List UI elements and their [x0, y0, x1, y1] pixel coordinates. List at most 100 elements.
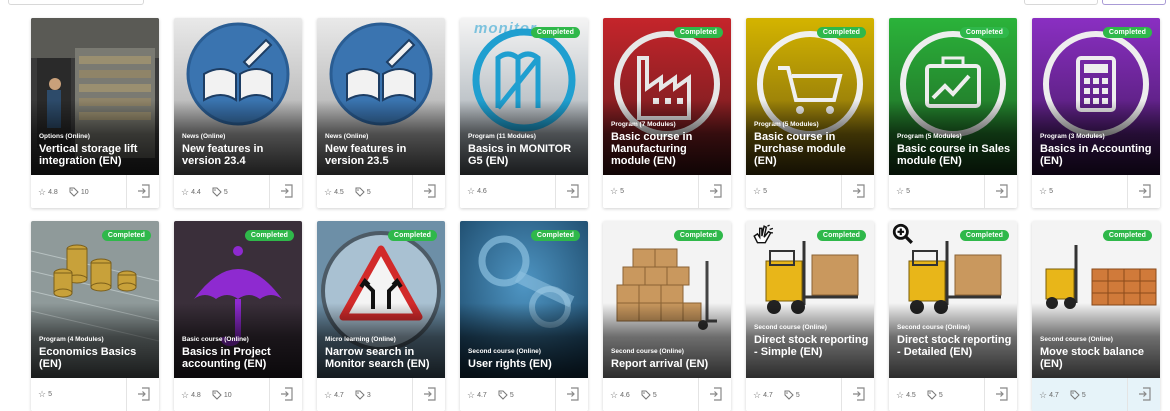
course-card[interactable]: Completed Second course (Online) Direct …: [889, 221, 1017, 411]
enroll-button[interactable]: [984, 175, 1017, 208]
course-card[interactable]: Completed Basic course (Online) Basics i…: [174, 221, 302, 411]
enroll-button[interactable]: [269, 378, 302, 411]
course-rating: 5: [1049, 187, 1053, 195]
star-icon: ☆: [181, 187, 190, 197]
tag-icon: [355, 187, 365, 197]
card-footer: ☆ 5: [746, 175, 874, 208]
enter-icon: [853, 184, 865, 198]
completed-badge: Completed: [244, 230, 294, 241]
course-tag-count: 5: [938, 391, 943, 399]
course-card[interactable]: Completed Program (5 Modules) Basic cour…: [889, 18, 1017, 208]
card-footer: ☆ 5: [603, 175, 731, 208]
course-card[interactable]: Completed Second course (Online) Direct …: [746, 221, 874, 411]
course-image: Completed Program (7 Modules) Basic cour…: [603, 18, 731, 175]
course-image: monitor Completed Program (11 Modules) B…: [460, 18, 588, 175]
star-icon: ☆: [1039, 186, 1048, 196]
monitor-watermark: monitor: [474, 20, 537, 37]
course-rating: 4.5: [906, 391, 916, 399]
course-rating: 4.7: [477, 391, 487, 399]
course-card[interactable]: Completed Program (4 Modules) Economics …: [31, 221, 159, 411]
enter-icon: [424, 387, 436, 401]
top-toolbar: [0, 0, 1170, 8]
course-card[interactable]: Completed Program (7 Modules) Basic cour…: [603, 18, 731, 208]
course-category: Basic course (Online): [182, 336, 249, 343]
enroll-button[interactable]: [1127, 378, 1160, 411]
course-title: Report arrival (EN): [611, 358, 709, 370]
enter-icon: [281, 387, 293, 401]
course-card[interactable]: Completed Second course (Online) Report …: [603, 221, 731, 411]
star-icon: ☆: [38, 187, 47, 197]
course-card[interactable]: Options (Online) Vertical storage lift i…: [31, 18, 159, 208]
course-card[interactable]: News (Online) New features in version 23…: [317, 18, 445, 208]
enter-icon: [996, 184, 1008, 198]
course-image: Completed Second course (Online) User ri…: [460, 221, 588, 378]
course-category: Second course (Online): [468, 348, 541, 355]
course-meta: ☆ 4.6 5: [610, 390, 657, 400]
enter-icon: [281, 184, 293, 198]
search-field-partial[interactable]: [8, 0, 144, 5]
enroll-button[interactable]: [555, 378, 588, 411]
card-footer: ☆ 4.4 5: [174, 175, 302, 208]
enter-icon: [1139, 184, 1151, 198]
completed-badge: Completed: [101, 230, 151, 241]
completed-badge: Completed: [387, 230, 437, 241]
course-card[interactable]: monitor Completed Program (11 Modules) B…: [460, 18, 588, 208]
enter-icon: [710, 387, 722, 401]
course-meta: ☆ 5: [610, 187, 624, 196]
course-category: Second course (Online): [897, 324, 970, 331]
star-icon: ☆: [896, 186, 905, 196]
card-footer: ☆ 4.6 5: [603, 378, 731, 411]
course-category: Micro learning (Online): [325, 336, 396, 343]
course-card[interactable]: Completed Second course (Online) Move st…: [1032, 221, 1160, 411]
course-title: New features in version 23.4: [182, 143, 264, 167]
course-tag-count: 10: [223, 391, 232, 399]
course-meta: ☆ 4.5 5: [896, 390, 943, 400]
course-tag-count: 5: [652, 391, 657, 399]
card-footer: ☆ 4.7 5: [1032, 378, 1160, 411]
tag-icon: [212, 390, 222, 400]
course-category: Program (3 Modules): [1040, 133, 1105, 140]
action-button-partial[interactable]: [1102, 0, 1166, 5]
course-card[interactable]: Completed Program (5 Modules) Basic cour…: [746, 18, 874, 208]
course-meta: ☆ 5: [896, 186, 910, 196]
enter-icon: [996, 387, 1008, 401]
course-image: News (Online) New features in version 23…: [174, 18, 302, 175]
course-title: Direct stock reporting - Simple (EN): [754, 334, 869, 358]
enroll-button[interactable]: [841, 378, 874, 411]
course-card[interactable]: News (Online) New features in version 23…: [174, 18, 302, 208]
course-rating: 5: [906, 187, 910, 195]
enroll-button[interactable]: [126, 175, 159, 208]
course-card[interactable]: Completed Micro learning (Online) Narrow…: [317, 221, 445, 411]
tag-icon: [355, 390, 365, 400]
enroll-button[interactable]: [841, 175, 874, 208]
course-card[interactable]: Completed Program (3 Modules) Basics in …: [1032, 18, 1160, 208]
enter-icon: [1139, 387, 1151, 401]
tag-icon: [69, 187, 79, 197]
enroll-button[interactable]: [555, 175, 588, 208]
enroll-button[interactable]: [412, 378, 445, 411]
enroll-button[interactable]: [1127, 175, 1160, 208]
course-rating: 4.5: [334, 188, 344, 196]
course-tag-count: 5: [1081, 391, 1086, 399]
course-category: Second course (Online): [1040, 336, 1113, 343]
enroll-button[interactable]: [269, 175, 302, 208]
peace-hand-icon: [753, 224, 774, 244]
course-title: Basics in Accounting (EN): [1040, 143, 1152, 167]
completed-badge: Completed: [959, 230, 1009, 241]
star-icon: ☆: [610, 390, 619, 400]
enroll-button[interactable]: [698, 175, 731, 208]
completed-badge: Completed: [816, 230, 866, 241]
course-title: Basic course in Purchase module (EN): [754, 131, 846, 167]
course-card[interactable]: Completed Second course (Online) User ri…: [460, 221, 588, 411]
filter-field-partial[interactable]: [1024, 0, 1098, 5]
enroll-button[interactable]: [698, 378, 731, 411]
course-meta: ☆ 4.7 5: [1039, 390, 1086, 400]
enroll-button[interactable]: [984, 378, 1017, 411]
completed-badge: Completed: [1102, 27, 1152, 38]
course-meta: ☆ 4.6: [467, 187, 487, 196]
course-image: News (Online) New features in version 23…: [317, 18, 445, 175]
enroll-button[interactable]: [126, 378, 159, 411]
course-image: Completed Basic course (Online) Basics i…: [174, 221, 302, 378]
enroll-button[interactable]: [412, 175, 445, 208]
course-meta: ☆ 4.7 5: [467, 390, 514, 400]
